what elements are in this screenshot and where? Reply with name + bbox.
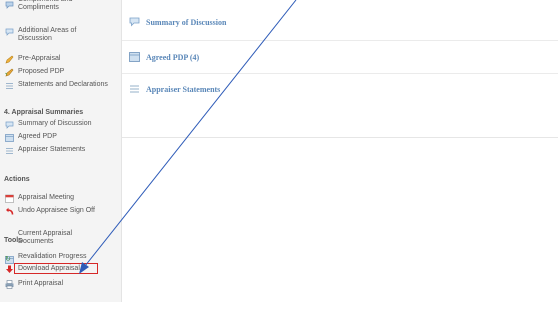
list-icon bbox=[4, 146, 15, 155]
content-blank-area bbox=[122, 138, 558, 326]
sidebar-item-label: Revalidation Progress bbox=[18, 253, 87, 260]
section-heading-actions: Actions bbox=[4, 176, 30, 183]
bottom-blank-area bbox=[0, 302, 122, 326]
row-divider bbox=[122, 40, 558, 41]
section-title: Summary of Discussion bbox=[146, 17, 227, 27]
sidebar-item-appraisal-meeting[interactable]: Appraisal Meeting bbox=[4, 194, 74, 203]
sidebar-item-revalidation-progress[interactable]: ↻ Revalidation Progress bbox=[4, 253, 87, 262]
sidebar-item-statements-declarations[interactable]: Statements and Declarations bbox=[4, 81, 108, 90]
sidebar-item-compliments[interactable]: Compliments and Compliments bbox=[4, 0, 108, 12]
svg-text:↻: ↻ bbox=[5, 256, 11, 262]
sidebar-item-agreed-pdp[interactable]: Agreed PDP bbox=[4, 133, 57, 142]
sidebar-item-label: Print Appraisal bbox=[18, 280, 64, 287]
undo-icon bbox=[4, 207, 15, 216]
section-heading-appraisal-summaries: 4. Appraisal Summaries bbox=[4, 109, 84, 116]
sidebar-item-summary-of-discussion[interactable]: Summary of Discussion bbox=[4, 120, 92, 129]
sidebar-item-label: Appraisal Meeting bbox=[18, 194, 75, 201]
sidebar-item-label: Compliments and Compliments bbox=[18, 0, 72, 11]
sidebar-item-label: Additional Areas of Discussion bbox=[18, 27, 77, 42]
row-divider bbox=[122, 73, 558, 74]
sidebar-item-additional-areas[interactable]: Additional Areas of Discussion bbox=[4, 27, 108, 43]
sidebar-item-pre-appraisal[interactable]: Pre-Appraisal bbox=[4, 55, 60, 64]
section-appraiser-statements[interactable]: Appraiser Statements bbox=[128, 84, 220, 94]
list-icon bbox=[128, 84, 140, 94]
sidebar-item-label: Appraiser Statements bbox=[18, 146, 86, 153]
section-agreed-pdp[interactable]: Agreed PDP (4) bbox=[128, 52, 199, 62]
sidebar-item-label: Summary of Discussion bbox=[18, 120, 92, 127]
sidebar-item-proposed-pdp[interactable]: Proposed PDP bbox=[4, 68, 64, 77]
document-icon bbox=[128, 52, 140, 62]
sidebar-item-label: Current Appraisal Documents bbox=[18, 230, 73, 245]
printer-icon bbox=[4, 280, 15, 289]
comment-icon bbox=[4, 0, 15, 9]
document-icon bbox=[4, 133, 15, 142]
speech-bubble-icon bbox=[4, 120, 15, 129]
sidebar-item-print-appraisal[interactable]: Print Appraisal bbox=[4, 280, 63, 289]
sidebar-item-label: Undo Appraisee Sign Off bbox=[18, 207, 95, 214]
speech-bubble-icon bbox=[4, 27, 15, 36]
sidebar-item-label: Pre-Appraisal bbox=[18, 55, 61, 62]
sidebar-item-label: Agreed PDP bbox=[18, 133, 57, 140]
progress-icon: ↻ bbox=[4, 253, 15, 262]
sidebar-item-undo-appraisee-sign-off[interactable]: Undo Appraisee Sign Off bbox=[4, 207, 95, 216]
main-panel: Summary of Discussion Agreed PDP (4) App… bbox=[122, 0, 558, 138]
sidebar-item-appraiser-statements[interactable]: Appraiser Statements bbox=[4, 146, 85, 155]
pencil-icon bbox=[4, 55, 15, 64]
section-title: Appraiser Statements bbox=[146, 84, 221, 94]
section-title: Agreed PDP (4) bbox=[146, 52, 200, 62]
download-highlight-box bbox=[14, 263, 98, 274]
speech-bubble-icon bbox=[128, 17, 140, 27]
section-summary-of-discussion[interactable]: Summary of Discussion bbox=[128, 17, 226, 27]
sidebar-item-label: Statements and Declarations bbox=[18, 81, 108, 88]
sidebar-item-label: Proposed PDP bbox=[18, 68, 65, 75]
sidebar: Compliments and Compliments Additional A… bbox=[0, 0, 122, 302]
calendar-icon bbox=[4, 194, 15, 203]
pencil-check-icon bbox=[4, 68, 15, 77]
list-icon bbox=[4, 81, 15, 90]
